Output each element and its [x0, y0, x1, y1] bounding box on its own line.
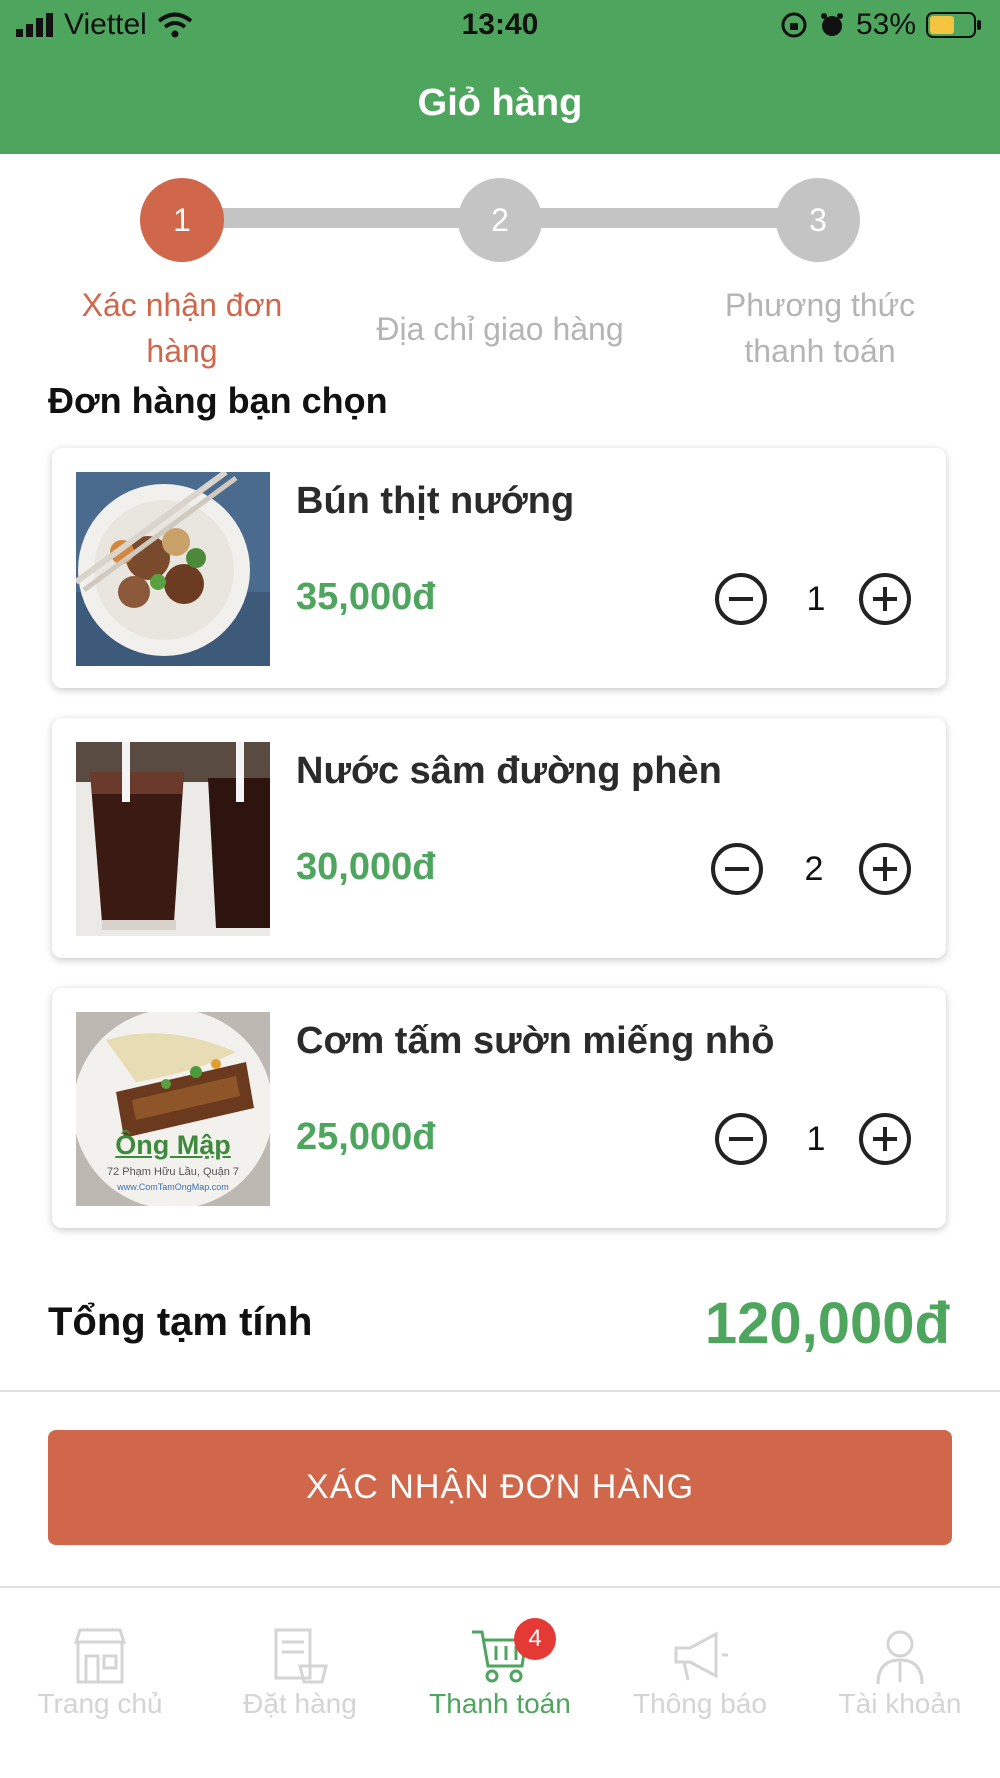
item-name: Cơm tấm sườn miếng nhỏ [296, 1020, 775, 1062]
tab-label: Đặt hàng [243, 1688, 357, 1719]
step-1-label: Xác nhận đơn hàng [81, 287, 283, 369]
item-image-nuoc-sam [76, 742, 270, 936]
tab-label: Tài khoản [838, 1688, 962, 1719]
tab-order[interactable]: Đặt hàng [200, 1590, 400, 1730]
image-website-text: www.ComTamOngMap.com [117, 1182, 229, 1192]
tab-home[interactable]: Trang chủ [0, 1590, 200, 1730]
section-title: Đơn hàng bạn chọn [48, 380, 388, 421]
bottom-tab-bar: Trang chủ Đặt hàng Thanh toán 4 Thông bá… [0, 1590, 1000, 1778]
increase-quantity-button[interactable] [858, 842, 912, 896]
subtotal-value: 120,000đ [704, 1291, 950, 1356]
cart-count-badge: 4 [514, 1618, 556, 1660]
quantity-value: 2 [804, 850, 824, 888]
item-name: Bún thịt nướng [296, 480, 575, 522]
step-3-circle: 3 [776, 178, 860, 262]
step-3-label: Phương thức thanh toán [724, 287, 916, 369]
step-2-circle: 2 [458, 178, 542, 262]
decrease-quantity-button[interactable] [710, 842, 764, 896]
step-1-circle: 1 [140, 178, 224, 262]
order-icon [274, 1628, 328, 1684]
image-address-text: 72 Phạm Hữu Lầu, Quận 7 [106, 1166, 240, 1178]
battery-icon [926, 12, 981, 38]
cart-item: Nước sâm đường phèn 30,000đ 2 [52, 718, 946, 958]
item-price: 25,000đ [296, 1116, 436, 1158]
increase-quantity-button[interactable] [858, 572, 912, 626]
status-right: 53% [780, 8, 982, 42]
store-icon [73, 1628, 127, 1684]
alarm-icon [820, 13, 843, 36]
divider [0, 1390, 1000, 1392]
tab-account[interactable]: Tài khoản [800, 1590, 1000, 1730]
cart-item: Ông Mập 72 Phạm Hữu Lầu, Quận 7 www.ComT… [52, 988, 946, 1228]
tab-checkout[interactable]: Thanh toán [400, 1590, 600, 1730]
decrease-quantity-button[interactable] [714, 1112, 768, 1166]
battery-percent: 53% [855, 8, 916, 41]
tabbar-divider [0, 1586, 1000, 1588]
decrease-quantity-button[interactable] [714, 572, 768, 626]
rotation-lock-icon [781, 12, 807, 38]
megaphone-icon [674, 1631, 728, 1681]
tab-label: Trang chủ [37, 1688, 163, 1719]
item-image-bun-thit-nuong [76, 472, 270, 666]
item-name: Nước sâm đường phèn [296, 750, 722, 792]
step-2-label: Địa chỉ giao hàng [376, 311, 624, 347]
increase-quantity-button[interactable] [858, 1112, 912, 1166]
user-icon [876, 1630, 924, 1685]
item-price: 35,000đ [296, 576, 436, 618]
tab-label: Thông báo [633, 1688, 767, 1719]
quantity-value: 1 [806, 1120, 826, 1158]
image-brand-text: Ông Mập [115, 1130, 231, 1160]
quantity-value: 1 [806, 580, 826, 618]
item-image-com-tam: Ông Mập 72 Phạm Hữu Lầu, Quận 7 www.ComT… [76, 1012, 270, 1206]
tab-label: Thanh toán [429, 1688, 571, 1719]
tab-notifications[interactable]: Thông báo [600, 1590, 800, 1730]
cart-item: Bún thịt nướng 35,000đ 1 [52, 448, 946, 688]
page-title: Giỏ hàng [417, 82, 583, 124]
subtotal-label: Tổng tạm tính [48, 1300, 313, 1344]
item-price: 30,000đ [296, 846, 436, 888]
confirm-order-button[interactable]: XÁC NHẬN ĐƠN HÀNG [48, 1430, 952, 1545]
